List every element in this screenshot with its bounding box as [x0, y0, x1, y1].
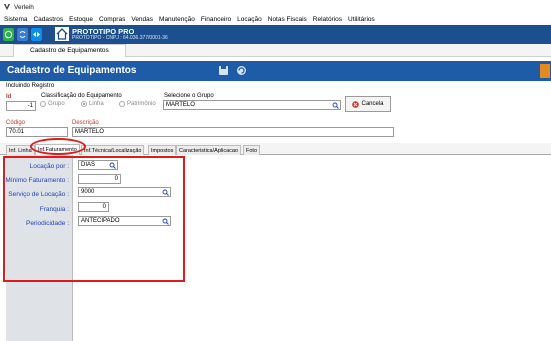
- tab-cadastro-equipamentos[interactable]: Cadastro de Equipamentos: [13, 44, 126, 57]
- id-field[interactable]: -1: [6, 101, 36, 111]
- radio-grupo[interactable]: Grupo: [40, 101, 65, 107]
- company-logo-icon: [55, 27, 69, 41]
- grupo-label: Selecione o Grupo: [164, 93, 214, 99]
- tab-impostos[interactable]: Impostos: [148, 145, 177, 155]
- codigo-field[interactable]: 70.01: [6, 127, 68, 137]
- document-tabs: Cadastro de Equipamentos: [0, 44, 551, 57]
- descricao-label: Descrição: [72, 120, 99, 126]
- radio-patrimonio[interactable]: Patrimônio: [119, 101, 156, 107]
- menu-sistema[interactable]: Sistema: [4, 16, 27, 23]
- classificacao-label: Classificação do Equipamento: [41, 93, 122, 99]
- company-subtitle: PROTOTIPO - CNPJ : 64.036.377/0001-36: [72, 35, 168, 41]
- grupo-value: MARTELO: [166, 102, 195, 108]
- highlight-ellipse: [30, 138, 86, 155]
- menu-financeiro[interactable]: Financeiro: [201, 16, 231, 23]
- status-text: Incluindo Registro: [6, 83, 55, 89]
- cancel-icon: [352, 100, 360, 108]
- radio-grupo-label: Grupo: [48, 101, 65, 107]
- menu-notas-fiscais[interactable]: Notas Fiscais: [268, 16, 307, 23]
- menu-bar: Sistema Cadastros Estoque Compras Vendas…: [0, 14, 551, 25]
- menu-cadastros[interactable]: Cadastros: [33, 16, 63, 23]
- radio-patrimonio-dot: [119, 101, 125, 107]
- menu-compras[interactable]: Compras: [99, 16, 125, 23]
- tab-caracteristica[interactable]: Caracteristica/Aplicacao: [176, 145, 241, 155]
- menu-relatorios[interactable]: Relatórios: [313, 16, 342, 23]
- save-icon[interactable]: [218, 65, 229, 76]
- search-icon[interactable]: [332, 102, 339, 109]
- highlight-box: [3, 156, 185, 282]
- cancel-button[interactable]: Cancela: [345, 96, 391, 112]
- teamviewer-icon[interactable]: [31, 28, 42, 41]
- menu-utilitarios[interactable]: Utilitários: [348, 16, 375, 23]
- menu-vendas[interactable]: Vendas: [131, 16, 153, 23]
- page-title: Cadastro de Equipamentos: [7, 65, 137, 76]
- whatsapp-icon[interactable]: [3, 28, 14, 41]
- company-bar: PROTOTIPO PRO PROTOTIPO - CNPJ : 64.036.…: [0, 25, 551, 44]
- tab-foto[interactable]: Foto: [243, 145, 261, 155]
- radio-linha-label: Linha: [89, 101, 104, 107]
- window-titlebar: Verleih: [0, 0, 551, 14]
- menu-manutencao[interactable]: Manutenção: [159, 16, 195, 23]
- radio-patrimonio-label: Patrimônio: [127, 101, 156, 107]
- form-header: Cadastro de Equipamentos: [0, 61, 551, 81]
- window-title: Verleih: [14, 3, 34, 11]
- cancel-button-label: Cancela: [361, 101, 384, 107]
- menu-estoque[interactable]: Estoque: [69, 16, 93, 23]
- menu-locacao[interactable]: Locação: [237, 16, 262, 23]
- radio-linha[interactable]: Linha: [81, 101, 104, 107]
- sync-icon[interactable]: [17, 28, 28, 41]
- descricao-field[interactable]: MARTELO: [72, 127, 394, 137]
- grupo-field[interactable]: MARTELO: [163, 100, 341, 110]
- app-icon: [4, 4, 10, 10]
- radio-linha-dot: [81, 101, 87, 107]
- tab-inf-tecnica[interactable]: Inf.Técnica/Localização: [81, 145, 145, 155]
- refresh-icon[interactable]: [236, 65, 247, 76]
- header-accent: [540, 64, 550, 78]
- id-label: Id: [6, 94, 12, 100]
- codigo-label: Código: [6, 120, 26, 126]
- radio-grupo-dot: [40, 101, 46, 107]
